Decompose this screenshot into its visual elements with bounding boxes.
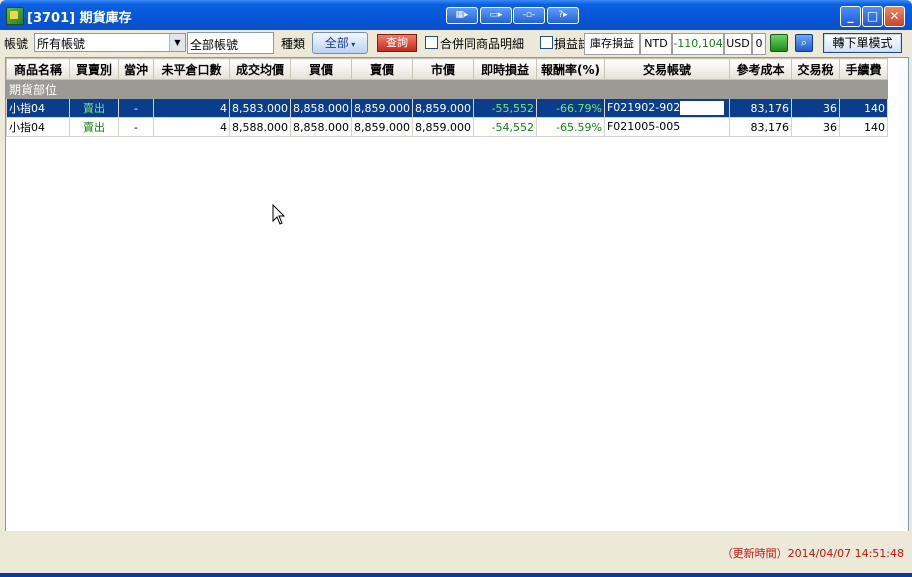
split-icon[interactable]: ▦▸ [446, 7, 478, 24]
toolbar: 帳號 所有帳號 ▼ 全部帳號 種類 全部 ▾ 查詢 合併同商品明細 損益試 庫存… [0, 30, 912, 56]
cell-return: -65.59% [535, 117, 605, 137]
update-time: （更新時間）2014/04/07 14:51:48 [721, 547, 904, 560]
mouse-cursor-icon [272, 204, 286, 225]
merge-checkbox[interactable] [425, 36, 438, 49]
app-icon [6, 7, 24, 25]
col-header-market[interactable]: 市價 [411, 58, 474, 80]
cell-bid: 8,858.000 [290, 117, 352, 137]
group-label: 期貨部位 [6, 79, 888, 99]
account-select-value: 所有帳號 [37, 37, 86, 51]
header-row: 商品名稱 買賣別 當沖 未平倉口數 成交均價 買價 賣價 市價 即時損益 報酬率… [6, 58, 888, 80]
col-header-daytrade[interactable]: 當沖 [118, 58, 154, 80]
window-title: [3701] 期貨庫存 [27, 11, 132, 26]
cell-product: 小指04 [6, 98, 70, 118]
cell-side: 賣出 [69, 117, 119, 137]
merge-label: 合併同商品明細 [440, 37, 525, 51]
all-category-button[interactable]: 全部 ▾ [312, 32, 368, 54]
usd-value: 0 [752, 33, 766, 55]
restore-view-icon[interactable]: -▫- [513, 7, 545, 24]
col-header-bid[interactable]: 買價 [290, 58, 352, 80]
redaction-block [680, 120, 725, 134]
help-icon[interactable]: ?▸ [547, 7, 579, 24]
account-text: F021902-902 [606, 101, 681, 114]
cell-fee: 140 [838, 117, 888, 137]
inventory-pnl-label: 庫存損益 [584, 33, 640, 55]
col-header-return[interactable]: 報酬率(%) [535, 58, 605, 80]
cell-side: 賣出 [69, 98, 119, 118]
cell-account: F021902-902 [603, 98, 730, 118]
cell-open-lots: 4 [153, 98, 230, 118]
cell-market: 8,859.000 [411, 98, 474, 118]
ntd-label: NTD [640, 33, 672, 55]
maximize-window-icon[interactable]: □ [862, 6, 883, 27]
cell-fee: 140 [838, 98, 888, 118]
excel-export-icon[interactable] [770, 34, 788, 52]
minimize-view-icon[interactable]: ▭▸ [480, 7, 512, 24]
minimize-window-icon[interactable]: _ [840, 6, 861, 27]
redaction-block [680, 101, 725, 115]
account-field[interactable]: 全部帳號 [187, 32, 274, 54]
inventory-table: 商品名稱 買賣別 當沖 未平倉口數 成交均價 買價 賣價 市價 即時損益 報酬率… [6, 58, 888, 137]
dropdown-arrow-icon: ▾ [348, 40, 356, 49]
col-header-fee[interactable]: 手續費 [838, 58, 888, 80]
category-label: 種類 [281, 37, 306, 51]
cell-tax: 36 [790, 98, 840, 118]
cell-ask: 8,859.000 [350, 117, 413, 137]
cell-pnl: -54,552 [472, 117, 537, 137]
cell-bid: 8,858.000 [290, 98, 352, 118]
cell-pnl: -55,552 [472, 98, 537, 118]
col-header-ask[interactable]: 賣價 [350, 58, 413, 80]
col-header-cost[interactable]: 參考成本 [728, 58, 792, 80]
window-bottom-border [0, 573, 912, 577]
cell-product: 小指04 [6, 117, 70, 137]
cell-avg-price: 8,588.000 [229, 117, 291, 137]
cell-daytrade: - [118, 117, 154, 137]
account-label: 帳號 [4, 37, 29, 51]
pnl-checkbox[interactable] [540, 36, 553, 49]
cell-market: 8,859.000 [411, 117, 474, 137]
status-bar: （更新時間）2014/04/07 14:51:48 [0, 531, 912, 577]
title-bar: [3701] 期貨庫存 ▦▸ ▭▸ -▫- ?▸ _ □ ✕ [0, 0, 912, 30]
search-icon[interactable]: ⌕ [795, 34, 813, 52]
cell-tax: 36 [790, 117, 840, 137]
chevron-down-icon[interactable]: ▼ [169, 34, 185, 51]
inventory-grid: 商品名稱 買賣別 當沖 未平倉口數 成交均價 買價 賣價 市價 即時損益 報酬率… [5, 57, 909, 532]
col-header-pnl[interactable]: 即時損益 [472, 58, 537, 80]
col-header-account[interactable]: 交易帳號 [603, 58, 730, 80]
group-row: 期貨部位 [6, 79, 888, 99]
account-text: F021005-005 [606, 120, 681, 133]
table-row[interactable]: 小指04 賣出 - 4 8,583.000 8,858.000 8,859.00… [6, 98, 888, 118]
usd-label: USD [724, 33, 752, 55]
query-button[interactable]: 查詢 [377, 34, 417, 52]
switch-order-mode-button[interactable]: 轉下單模式 [823, 33, 902, 53]
cell-cost: 83,176 [728, 117, 792, 137]
col-header-open-lots[interactable]: 未平倉口數 [153, 58, 230, 80]
cell-account: F021005-005 [603, 117, 730, 137]
account-field-value: 全部帳號 [190, 38, 239, 52]
cell-ask: 8,859.000 [350, 98, 413, 118]
ntd-value: -110,104 [672, 33, 724, 55]
cell-avg-price: 8,583.000 [229, 98, 291, 118]
cell-open-lots: 4 [153, 117, 230, 137]
all-category-label: 全部 [324, 36, 349, 50]
cell-cost: 83,176 [728, 98, 792, 118]
col-header-side[interactable]: 買賣別 [69, 58, 119, 80]
table-row[interactable]: 小指04 賣出 - 4 8,588.000 8,858.000 8,859.00… [6, 117, 888, 137]
col-header-product[interactable]: 商品名稱 [6, 58, 70, 80]
account-select[interactable]: 所有帳號 ▼ [34, 33, 186, 52]
col-header-avg-price[interactable]: 成交均價 [229, 58, 291, 80]
close-window-icon[interactable]: ✕ [884, 6, 905, 27]
col-header-tax[interactable]: 交易稅 [790, 58, 840, 80]
cell-return: -66.79% [535, 98, 605, 118]
cell-daytrade: - [118, 98, 154, 118]
